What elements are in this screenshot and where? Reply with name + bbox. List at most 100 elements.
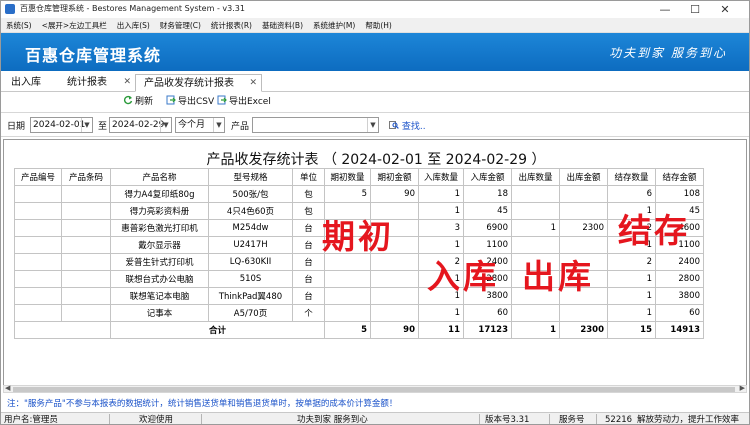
status-divider bbox=[549, 414, 550, 424]
column-header[interactable]: 入库数量 bbox=[418, 168, 464, 186]
table-cell bbox=[14, 236, 62, 254]
column-header[interactable]: 出库数量 bbox=[511, 168, 560, 186]
menu-help[interactable]: 帮助(H) bbox=[360, 18, 397, 33]
status-slogan: 功夫到家 服务到心 bbox=[297, 415, 368, 425]
table-cell bbox=[61, 270, 111, 288]
table-cell bbox=[14, 219, 62, 237]
total-label: 合计 bbox=[110, 321, 325, 339]
table-cell bbox=[61, 185, 111, 203]
maximize-button[interactable]: ☐ bbox=[681, 1, 709, 18]
column-header[interactable]: 期初数量 bbox=[324, 168, 371, 186]
total-row: 合计 5 90 11 17123 1 2300 15 14913 bbox=[14, 321, 704, 339]
table-cell bbox=[324, 287, 371, 305]
table-cell: ThinkPad翼480 bbox=[208, 287, 293, 305]
status-divider bbox=[479, 414, 480, 424]
table-cell bbox=[511, 202, 560, 220]
table-cell: 联想台式办公电脑 bbox=[110, 270, 209, 288]
table-cell: 2800 bbox=[655, 270, 704, 288]
total-cell: 14913 bbox=[655, 321, 704, 339]
chevron-down-icon[interactable]: ▼ bbox=[160, 118, 171, 132]
period-select[interactable]: 今个月 ▼ bbox=[175, 117, 225, 133]
app-icon bbox=[5, 4, 15, 14]
close-tab-icon[interactable]: ✕ bbox=[123, 74, 131, 91]
table-cell: 1 bbox=[418, 304, 464, 322]
scrollbar-thumb[interactable] bbox=[13, 387, 735, 392]
application-window: 百惠仓库管理系统 - Bestores Management System - … bbox=[0, 0, 750, 425]
minimize-button[interactable]: — bbox=[651, 1, 679, 18]
table-cell: 3800 bbox=[655, 287, 704, 305]
table-cell bbox=[14, 270, 62, 288]
scroll-right-icon[interactable]: ▶ bbox=[740, 384, 745, 392]
table-cell: 2 bbox=[607, 253, 656, 271]
table-cell bbox=[511, 185, 560, 203]
table-cell: 联想笔记本电脑 bbox=[110, 287, 209, 305]
column-header[interactable]: 期初金额 bbox=[370, 168, 419, 186]
column-header[interactable]: 型号规格 bbox=[208, 168, 293, 186]
close-button[interactable]: ✕ bbox=[711, 1, 739, 18]
chevron-down-icon[interactable]: ▼ bbox=[213, 118, 224, 132]
column-header[interactable]: 入库金额 bbox=[463, 168, 512, 186]
menu-bar: 系统(S) <展开>左边工具栏 出入库(S) 财务管理(C) 统计报表(R) 基础资料(B… bbox=[1, 18, 749, 33]
table-row[interactable]: 联想台式办公电脑 510S 台 1 2800 1 2800 bbox=[14, 270, 704, 288]
search-button[interactable]: 查找.. bbox=[389, 119, 426, 132]
table-row[interactable]: 联想笔记本电脑 ThinkPad翼480 台 1 3800 1 3800 bbox=[14, 287, 704, 305]
menu-maintenance[interactable]: 系统维护(M) bbox=[308, 18, 360, 33]
column-header[interactable]: 单位 bbox=[292, 168, 325, 186]
to-label: 至 bbox=[98, 122, 108, 132]
column-header[interactable]: 结存金额 bbox=[655, 168, 704, 186]
end-date-picker[interactable]: 2024-02-29 ▼ bbox=[109, 117, 172, 133]
column-header[interactable]: 产品条码 bbox=[61, 168, 111, 186]
status-divider bbox=[596, 414, 597, 424]
scroll-left-icon[interactable]: ◀ bbox=[5, 384, 10, 392]
table-cell: M254dw bbox=[208, 219, 293, 237]
table-row[interactable]: 记事本 A5/70页个 1 60 1 60 bbox=[14, 304, 704, 322]
menu-basic-data[interactable]: 基础资料(B) bbox=[257, 18, 308, 33]
table-row[interactable]: 得力A4复印纸80g 500张/包包 5 90 1 18 6 108 bbox=[14, 185, 704, 203]
export-csv-button[interactable]: 导出CSV bbox=[166, 95, 214, 109]
table-cell: 1 bbox=[607, 287, 656, 305]
total-cell: 17123 bbox=[463, 321, 512, 339]
table-cell: 1 bbox=[418, 202, 464, 220]
status-version: 版本号3.31 bbox=[485, 415, 530, 425]
report-title: 产品收发存统计表 （ 2024-02-01 至 2024-02-29 ） bbox=[206, 152, 546, 168]
overlay-closing: 结存 bbox=[618, 211, 690, 250]
product-select[interactable]: ▼ bbox=[252, 117, 379, 133]
start-date-picker[interactable]: 2024-02-01 ▼ bbox=[30, 117, 93, 133]
table-cell: 45 bbox=[463, 202, 512, 220]
chevron-down-icon[interactable]: ▼ bbox=[81, 118, 92, 132]
tab-reports[interactable]: 统计报表 ✕ bbox=[59, 74, 135, 92]
table-cell: 500张/包 bbox=[208, 185, 293, 203]
menu-stock-io[interactable]: 出入库(S) bbox=[112, 18, 155, 33]
brand-slogan: 功夫到家 服务到心 bbox=[609, 46, 727, 60]
column-header[interactable]: 出库金额 bbox=[559, 168, 608, 186]
tab-product-flow-report[interactable]: 产品收发存统计报表 ✕ bbox=[135, 74, 262, 92]
close-tab-icon[interactable]: ✕ bbox=[249, 75, 257, 92]
table-cell: 1 bbox=[511, 219, 560, 237]
table-cell: 108 bbox=[655, 185, 704, 203]
tab-label: 出入库 bbox=[11, 77, 41, 88]
table-cell: 1 bbox=[607, 270, 656, 288]
table-cell: 包 bbox=[292, 202, 325, 220]
menu-system[interactable]: 系统(S) bbox=[1, 18, 37, 33]
total-cell: 11 bbox=[418, 321, 464, 339]
export-excel-button[interactable]: 导出Excel bbox=[217, 95, 271, 109]
column-header[interactable]: 结存数量 bbox=[607, 168, 656, 186]
overlay-inbound: 入库 bbox=[427, 257, 499, 296]
table-cell: 2300 bbox=[559, 219, 608, 237]
menu-reports[interactable]: 统计报表(R) bbox=[206, 18, 257, 33]
column-header[interactable]: 产品名称 bbox=[110, 168, 209, 186]
chevron-down-icon[interactable]: ▼ bbox=[367, 118, 378, 132]
menu-expand-toolbar[interactable]: <展开>左边工具栏 bbox=[37, 18, 112, 33]
total-cell: 90 bbox=[370, 321, 419, 339]
table-cell: 60 bbox=[655, 304, 704, 322]
table-cell bbox=[14, 202, 62, 220]
table-cell: 18 bbox=[463, 185, 512, 203]
tab-stock-io[interactable]: 出入库 bbox=[3, 74, 61, 92]
column-header[interactable]: 产品编号 bbox=[14, 168, 62, 186]
menu-finance[interactable]: 财务管理(C) bbox=[155, 18, 206, 33]
table-cell bbox=[370, 304, 419, 322]
table-cell: 记事本 bbox=[110, 304, 209, 322]
refresh-button[interactable]: 刷新 bbox=[123, 95, 153, 109]
horizontal-scrollbar[interactable]: ◀ ▶ bbox=[3, 384, 747, 393]
status-motto: 解放劳动力，提升工作效率 bbox=[637, 415, 740, 425]
